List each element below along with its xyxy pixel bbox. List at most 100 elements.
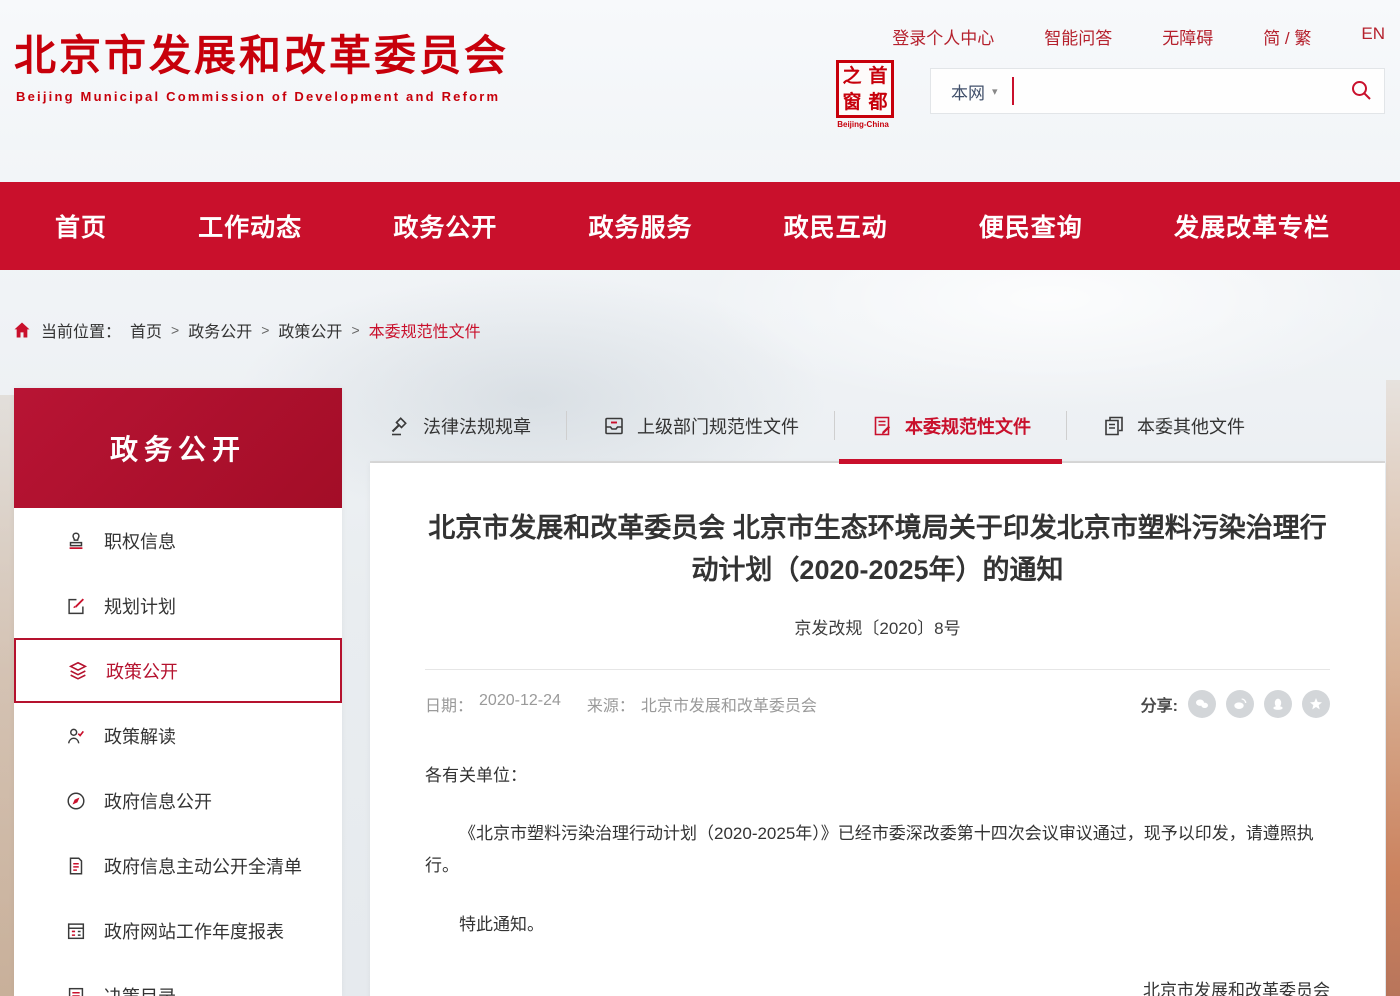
breadcrumb: 当前位置： 首页 > 政务公开 > 政策公开 > 本委规范性文件 — [12, 318, 481, 342]
tab-laws-regulations[interactable]: 法律法规规章 — [370, 390, 566, 461]
breadcrumb-separator: > — [351, 322, 359, 338]
nav-item-government-services[interactable]: 政务服务 — [588, 208, 692, 244]
search-button[interactable] — [1338, 69, 1384, 113]
background-photo-left-strip — [0, 395, 14, 996]
article-paragraph: 《北京市塑料污染治理行动计划（2020-2025年）》已经市委深改委第十四次会议… — [425, 818, 1330, 883]
share-qq-button[interactable] — [1264, 690, 1292, 718]
search-input[interactable] — [1024, 70, 1338, 112]
sidebar-title: 政务公开 — [110, 428, 246, 468]
seal-caption: Beijing-China — [830, 120, 896, 129]
breadcrumb-zhengce-gongkai[interactable]: 政策公开 — [278, 318, 342, 342]
edit-icon — [64, 595, 88, 617]
sidebar-item-authority-info[interactable]: 职权信息 — [14, 508, 342, 573]
breadcrumb-home[interactable]: 首页 — [130, 318, 162, 342]
home-icon — [12, 320, 32, 340]
sidebar-item-policy-disclosure[interactable]: 政策公开 — [14, 638, 342, 703]
nav-item-public-interaction[interactable]: 政民互动 — [784, 208, 888, 244]
search-scope-selector[interactable]: 本网 ▾ — [931, 79, 1012, 104]
search-divider — [1012, 77, 1014, 105]
article-body: 各有关单位： 《北京市塑料污染治理行动计划（2020-2025年）》已经市委深改… — [425, 760, 1330, 996]
breadcrumb-separator: > — [261, 322, 269, 338]
documents-copy-icon — [1102, 414, 1126, 438]
capital-window-seal-logo[interactable]: 之 首 窗 都 — [836, 60, 894, 118]
tab-committee-other-documents[interactable]: 本委其他文件 — [1066, 390, 1280, 461]
share-favorite-button[interactable] — [1302, 690, 1330, 718]
sidebar-item-planning[interactable]: 规划计划 — [14, 573, 342, 638]
share-label: 分享: — [1141, 692, 1178, 716]
sidebar-item-policy-interpretation[interactable]: 政策解读 — [14, 703, 342, 768]
article-signature: 北京市发展和改革委员会 — [425, 975, 1330, 996]
english-link[interactable]: EN — [1361, 24, 1385, 49]
sidebar-item-label: 政府网站工作年度报表 — [104, 918, 284, 944]
tab-label: 上级部门规范性文件 — [637, 413, 799, 439]
article-meta-row: 日期： 2020-12-24 来源： 北京市发展和改革委员会 分享: — [425, 669, 1330, 718]
search-icon — [1349, 78, 1373, 105]
breadcrumb-separator: > — [171, 322, 179, 338]
nav-item-reform-special[interactable]: 发展改革专栏 — [1174, 208, 1330, 244]
breadcrumb-current: 本委规范性文件 — [369, 318, 481, 342]
document-list-icon — [64, 855, 88, 877]
nav-item-government-affairs[interactable]: 政务公开 — [393, 208, 497, 244]
sidebar-item-website-annual-report[interactable]: 政府网站工作年度报表 — [14, 898, 342, 963]
inbox-icon — [602, 414, 626, 438]
tab-label: 法律法规规章 — [423, 413, 531, 439]
tab-committee-normative-documents[interactable]: 本委规范性文件 — [834, 390, 1066, 461]
background-photo-right-strip — [1386, 380, 1400, 996]
top-header: 北京市发展和改革委员会 Beijing Municipal Commission… — [0, 0, 1400, 150]
article-date: 2020-12-24 — [479, 692, 561, 716]
article-meta: 日期： 2020-12-24 来源： 北京市发展和改革委员会 — [425, 692, 817, 716]
article-paragraph: 特此通知。 — [425, 909, 1330, 941]
share-wechat-button[interactable] — [1188, 690, 1216, 718]
tab-superior-normative-documents[interactable]: 上级部门规范性文件 — [566, 390, 834, 461]
breadcrumb-zhengwu-gongkai[interactable]: 政务公开 — [188, 318, 252, 342]
sidebar-item-label: 政策解读 — [104, 723, 176, 749]
star-icon — [1308, 696, 1324, 712]
breadcrumb-location-label: 当前位置： — [41, 318, 121, 342]
nav-item-work-news[interactable]: 工作动态 — [198, 208, 302, 244]
seal-char: 窗 — [839, 89, 865, 115]
sidebar-item-label: 政府信息公开 — [104, 788, 212, 814]
sidebar-item-label: 决策目录 — [104, 983, 176, 996]
sidebar-item-label: 职权信息 — [104, 528, 176, 554]
main-content: 法律法规规章 上级部门规范性文件 本委规范性文件 本委其他文件 — [370, 390, 1385, 996]
qq-icon — [1270, 696, 1286, 712]
seal-char: 之 — [839, 63, 865, 89]
sidebar-item-proactive-disclosure-list[interactable]: 政府信息主动公开全清单 — [14, 833, 342, 898]
site-logo-title[interactable]: 北京市发展和改革委员会 — [14, 22, 509, 83]
sidebar: 政务公开 职权信息 规划计划 政策公开 政策解读 — [14, 388, 342, 996]
article-panel: 北京市发展和改革委员会 北京市生态环境局关于印发北京市塑料污染治理行动计划（20… — [370, 463, 1385, 996]
sidebar-item-decision-catalog[interactable]: 决策目录 — [14, 963, 342, 996]
document-icon — [64, 985, 88, 996]
chevron-down-icon: ▾ — [992, 85, 998, 98]
seal-char: 都 — [865, 89, 891, 115]
source-label: 来源： — [587, 692, 635, 716]
document-number: 京发改规〔2020〕8号 — [425, 614, 1330, 639]
accessibility-link[interactable]: 无障碍 — [1162, 24, 1213, 49]
article-source: 北京市发展和改革委员会 — [641, 692, 817, 716]
sidebar-item-government-info-disclosure[interactable]: 政府信息公开 — [14, 768, 342, 833]
main-navigation: 首页 工作动态 政务公开 政务服务 政民互动 便民查询 发展改革专栏 — [0, 182, 1400, 270]
simplified-traditional-toggle[interactable]: 简 / 繁 — [1263, 24, 1311, 49]
stamp-icon — [64, 530, 88, 552]
nav-item-convenient-query[interactable]: 便民查询 — [979, 208, 1083, 244]
site-logo-subtitle: Beijing Municipal Commission of Developm… — [16, 89, 500, 104]
person-check-icon — [64, 725, 88, 747]
share-bar: 分享: — [1141, 690, 1330, 718]
seal-char: 首 — [865, 63, 891, 89]
tab-label: 本委规范性文件 — [905, 413, 1031, 439]
weibo-icon — [1232, 696, 1248, 712]
top-utility-links: 登录个人中心 智能问答 无障碍 简 / 繁 EN — [892, 24, 1385, 49]
site-search-box: 本网 ▾ — [930, 68, 1385, 114]
report-table-icon — [64, 920, 88, 942]
login-personal-center-link[interactable]: 登录个人中心 — [892, 24, 994, 49]
date-label: 日期： — [425, 692, 473, 716]
nav-item-home[interactable]: 首页 — [55, 208, 107, 244]
sidebar-item-label: 规划计划 — [104, 593, 176, 619]
search-scope-label: 本网 — [951, 79, 985, 104]
smart-qa-link[interactable]: 智能问答 — [1044, 24, 1112, 49]
gavel-icon — [388, 414, 412, 438]
sidebar-item-label: 政策公开 — [106, 658, 178, 684]
document-category-tabs: 法律法规规章 上级部门规范性文件 本委规范性文件 本委其他文件 — [370, 390, 1385, 463]
share-weibo-button[interactable] — [1226, 690, 1254, 718]
document-pen-icon — [870, 414, 894, 438]
